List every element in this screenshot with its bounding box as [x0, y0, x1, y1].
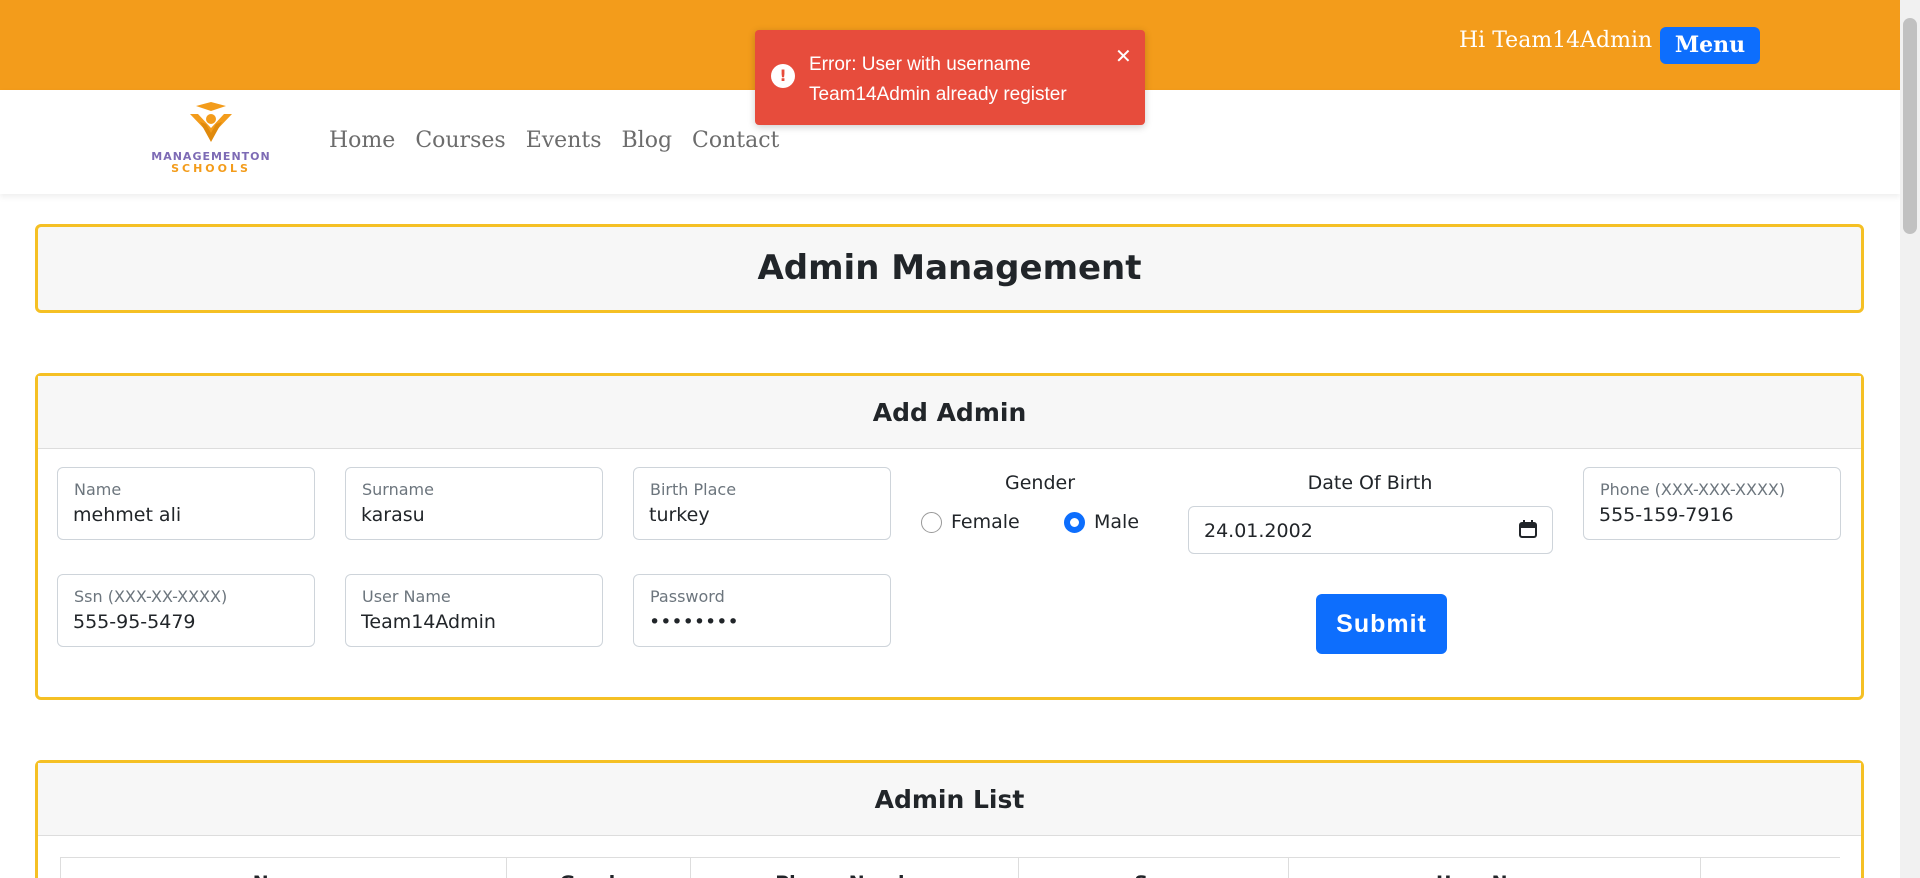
password-label: Password — [650, 587, 725, 606]
gender-male-label[interactable]: Male — [1094, 511, 1139, 533]
password-input[interactable] — [649, 611, 874, 633]
dob-value: 24.01.2002 — [1204, 520, 1313, 542]
ssn-field[interactable]: Ssn (XXX-XX-XXXX) — [57, 574, 315, 647]
add-admin-heading: Add Admin — [38, 376, 1861, 449]
page-title-card: Admin Management — [35, 224, 1864, 313]
gender-female-label[interactable]: Female — [951, 511, 1020, 533]
column-header-actions — [1700, 858, 1840, 878]
nav-home[interactable]: Home — [329, 128, 395, 153]
column-header-gender[interactable]: Gender — [506, 858, 690, 878]
name-input[interactable] — [73, 504, 298, 526]
birth-place-label: Birth Place — [650, 480, 737, 499]
gender-female-radio[interactable] — [921, 512, 942, 533]
password-field[interactable]: Password — [633, 574, 891, 647]
ssn-label: Ssn (XXX-XX-XXXX) — [74, 587, 228, 606]
column-header-ssn[interactable]: Ssn — [1018, 858, 1288, 878]
error-toast: ! Error: User with username Team14Admin … — [755, 30, 1145, 125]
calendar-icon[interactable] — [1519, 520, 1537, 538]
birth-place-field[interactable]: Birth Place — [633, 467, 891, 540]
surname-input[interactable] — [361, 504, 586, 526]
error-icon: ! — [771, 64, 795, 88]
admin-list-heading: Admin List — [38, 763, 1861, 836]
admin-table-header: Name Gender Phone Number Ssn User Name — [60, 857, 1840, 878]
submit-button[interactable]: Submit — [1316, 594, 1447, 654]
close-icon[interactable]: ✕ — [1115, 44, 1132, 68]
nav-contact[interactable]: Contact — [692, 128, 779, 153]
username-label: User Name — [362, 587, 451, 606]
page-scrollbar[interactable] — [1900, 0, 1920, 878]
nav-blog[interactable]: Blog — [622, 128, 673, 153]
column-header-username[interactable]: User Name — [1288, 858, 1700, 878]
user-greeting: Hi Team14Admin — [1459, 28, 1653, 53]
nav-events[interactable]: Events — [526, 128, 602, 153]
nav-links: Home Courses Events Blog Contact — [329, 128, 779, 153]
surname-field[interactable]: Surname — [345, 467, 603, 540]
dob-label: Date Of Birth — [1307, 472, 1433, 494]
toast-message: Error: User with username Team14Admin al… — [809, 54, 1067, 105]
ssn-input[interactable] — [73, 611, 298, 633]
nav-courses[interactable]: Courses — [415, 128, 505, 153]
admin-list-card: Admin List Name Gender Phone Number Ssn … — [35, 760, 1864, 878]
phone-label: Phone (XXX-XXX-XXXX) — [1600, 480, 1786, 499]
column-header-phone[interactable]: Phone Number — [690, 858, 1018, 878]
gender-male-radio[interactable] — [1064, 512, 1085, 533]
scrollbar-thumb[interactable] — [1903, 18, 1917, 234]
gender-label: Gender — [1004, 472, 1076, 494]
menu-button[interactable]: Menu — [1660, 27, 1760, 64]
logo-subtitle: SCHOOLS — [171, 162, 251, 175]
phone-field[interactable]: Phone (XXX-XXX-XXXX) — [1583, 467, 1841, 540]
username-field[interactable]: User Name — [345, 574, 603, 647]
page-title: Admin Management — [757, 248, 1142, 288]
column-header-name[interactable]: Name — [60, 858, 506, 878]
graduation-cap-icon — [190, 102, 232, 142]
name-label: Name — [74, 480, 122, 499]
phone-input[interactable] — [1599, 504, 1824, 526]
birth-place-input[interactable] — [649, 504, 874, 526]
surname-label: Surname — [362, 480, 434, 499]
dob-input[interactable]: 24.01.2002 — [1188, 506, 1553, 554]
name-field[interactable]: Name — [57, 467, 315, 540]
username-input[interactable] — [361, 611, 586, 633]
school-logo[interactable]: MANAGEMENTON SCHOOLS — [146, 102, 276, 182]
